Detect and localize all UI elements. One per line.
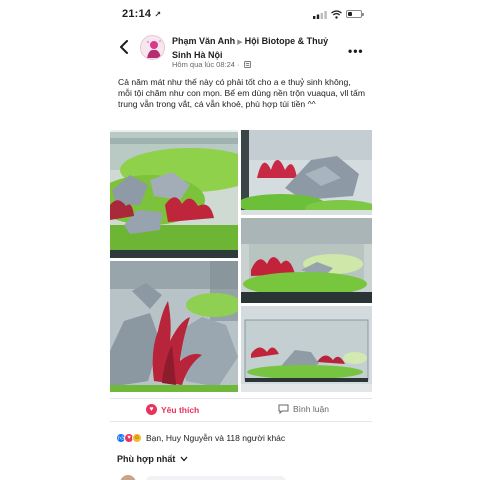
wifi-icon <box>331 10 342 19</box>
more-icon[interactable]: ••• <box>348 44 364 58</box>
like-label: Yêu thích <box>161 404 200 415</box>
battery-icon <box>346 10 364 18</box>
aquascape-photo-5[interactable] <box>241 306 372 392</box>
chevron-down-icon <box>180 456 188 462</box>
aquascape-photo-3[interactable] <box>241 218 372 303</box>
post-timestamp: Hôm qua lúc 08:24 · <box>172 60 251 69</box>
comment-icon <box>278 404 289 414</box>
author-line: Phạm Văn Anh ▶ Hội Biotope & Thuỷ Sinh Hà … <box>172 35 348 61</box>
phone-screen: 21:14 ↗ Phạm Văn Anh ▶ Hội Biotope & Thuỷ … <box>110 0 372 480</box>
aquascape-photo-1[interactable] <box>110 130 238 258</box>
heart-icon: ♥ <box>146 404 157 415</box>
globe-icon <box>243 61 251 68</box>
aquascape-photo-2[interactable] <box>241 130 372 215</box>
comment-filter[interactable]: Phù hợp nhất <box>117 454 188 464</box>
comment-label: Bình luận <box>293 404 329 414</box>
status-bar: 21:14 ↗ <box>110 8 372 24</box>
comment-bubble <box>146 476 286 480</box>
signal-icon <box>313 11 327 19</box>
back-icon[interactable] <box>118 40 130 54</box>
like-button[interactable]: ♥ Yêu thích <box>146 404 199 415</box>
reactions-summary[interactable]: 👍︎ ♥ ☺ Bạn, Huy Nguyễn và 118 người khác <box>116 431 366 445</box>
comment-filter-label: Phù hợp nhất <box>117 454 176 464</box>
author-name[interactable]: Phạm Văn Anh <box>172 36 235 46</box>
post-actions: ♥ Yêu thích Bình luận <box>110 398 372 422</box>
post-header: Phạm Văn Anh ▶ Hội Biotope & Thuỷ Sinh Hà … <box>110 30 372 70</box>
commenter-avatar[interactable] <box>120 475 136 480</box>
avatar[interactable] <box>140 35 165 60</box>
comment-button[interactable]: Bình luận <box>278 404 329 414</box>
post-text: Cả năm mát như thế này có phải tốt cho a… <box>118 77 365 109</box>
aquascape-photo-4[interactable] <box>110 261 238 392</box>
reaction-count-text: Bạn, Huy Nguyễn và 118 người khác <box>146 433 286 443</box>
arrow-icon: ▶ <box>237 39 243 46</box>
status-time: 21:14 ↗ <box>122 8 162 20</box>
haha-reaction-icon: ☺ <box>132 433 142 443</box>
